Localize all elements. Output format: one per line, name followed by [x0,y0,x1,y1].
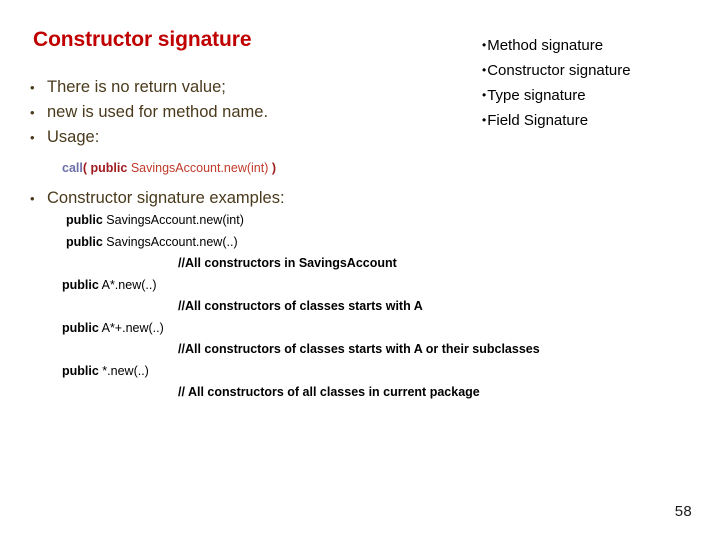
code-modifier: public [62,320,99,335]
code-comment: //All constructors of classes starts wit… [178,299,423,313]
list-item: •Type signature [482,83,712,108]
code-signature: A*+.new(..) [101,320,164,335]
bullet-icon: • [30,105,35,120]
list-item: •Method signature [482,33,712,58]
list-item: • There is no return value; [30,76,460,99]
code-line: public A*.new(..) [0,275,720,297]
bullet-icon: • [30,130,35,145]
code-comment: //All constructors of classes starts wit… [178,342,540,356]
code-line: public A*+.new(..) [0,318,720,340]
bullet-icon: • [30,191,35,206]
call-open-paren: ( [82,161,88,175]
code-modifier: public [66,213,103,227]
code-comment-line: //All constructors of classes starts wit… [0,296,720,318]
code-signature: SavingsAccount.new(..) [106,234,238,249]
call-signature: SavingsAccount.new(int) [130,161,269,175]
list-item-label: Constructor signature examples: [47,189,285,207]
list-item: • Usage: [30,126,460,149]
code-modifier: public [66,234,103,249]
examples-heading-row: • Constructor signature examples: [30,187,460,212]
list-item: •Field Signature [482,108,712,133]
slide-canvas: Constructor signature • There is no retu… [0,0,720,540]
code-line: public SavingsAccount.new(..) [0,232,720,254]
call-modifier: public [90,161,128,175]
code-comment-line: //All constructors in SavingsAccount [0,253,720,275]
list-item-label: There is no return value; [47,78,226,96]
page-number: 58 [674,503,692,520]
usage-call-expression: call( public SavingsAccount.new(int) ) [62,160,276,176]
list-item-label: Field Signature [487,112,589,129]
list-item: •Constructor signature [482,58,712,83]
code-signature: *.new(..) [102,363,149,378]
code-signature: SavingsAccount.new(int) [106,213,244,227]
list-item-label: Usage: [47,128,100,146]
code-statement: public *.new(..) [62,364,149,378]
bullet-icon: • [482,38,487,52]
list-item-label: new is used for method name. [47,103,269,121]
call-close-paren: ) [271,161,277,175]
list-item-label: Type signature [487,87,586,104]
code-comment-line: //All constructors of classes starts wit… [0,339,720,361]
page-title: Constructor signature [33,28,252,51]
list-item: • Constructor signature examples: [30,187,460,210]
code-statement: public A*.new(..) [62,278,157,292]
bullet-icon: • [482,88,487,102]
bullet-icon: • [482,113,487,127]
code-statement: public SavingsAccount.new(..) [66,235,238,249]
examples-code-block: public SavingsAccount.new(int) public Sa… [0,210,720,404]
list-item-label: Method signature [487,37,604,54]
code-signature: A*.new(..) [101,277,157,292]
call-keyword: call [62,161,83,175]
code-statement: public SavingsAccount.new(int) [66,213,244,227]
list-item: • new is used for method name. [30,101,460,124]
code-line: public *.new(..) [0,361,720,383]
code-statement: public A*+.new(..) [62,321,164,335]
code-line: public SavingsAccount.new(int) [0,210,720,232]
left-content-column: • There is no return value; • new is use… [30,76,460,151]
code-comment-line: // All constructors of all classes in cu… [0,382,720,404]
code-modifier: public [62,363,99,378]
code-comment: // All constructors of all classes in cu… [178,385,480,399]
right-content-column: •Method signature •Constructor signature… [482,33,712,133]
list-item-label: Constructor signature [487,62,631,79]
bullet-icon: • [482,63,487,77]
code-comment: //All constructors in SavingsAccount [178,256,397,270]
code-modifier: public [62,277,99,292]
bullet-icon: • [30,80,35,95]
